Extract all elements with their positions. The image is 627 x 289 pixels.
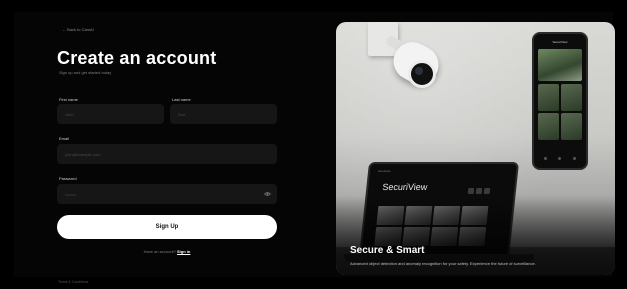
hero-description: Advanced object detection and anomaly re… [350,261,536,266]
phone-feed-grid [538,84,582,140]
phone-feed-tile [561,84,582,111]
camera-lens-inner [415,67,423,75]
phone-feed-tile [538,113,559,140]
laptop-app-header: SecuriView [377,170,391,173]
camera-lens [408,60,436,88]
sign-up-label: Sign Up [155,224,179,230]
signup-page: ← Back to CamAI Create an account Sign u… [14,12,615,284]
phone-nav-bar [538,154,582,162]
first-name-field[interactable]: John [57,104,164,124]
control-icon [467,188,475,194]
first-name-placeholder: John [65,111,74,117]
eye-icon[interactable] [264,191,271,197]
page-subtitle: Sign up and get started today [59,70,112,75]
nav-dot-icon [543,156,547,160]
last-name-placeholder: Doe [178,111,186,117]
last-name-label: Last name [172,97,191,102]
back-link[interactable]: ← Back to CamAI [62,27,94,32]
last-name-field[interactable]: Doe [170,104,277,124]
hero-panel: SecuriView SecuriView SecuriView Secure … [336,22,615,275]
password-label: Password [59,176,77,181]
phone-mockup: SecuriView [532,32,588,170]
email-label: Email [59,136,70,141]
have-account-text: Have an account? [143,249,176,254]
hero-heading: Secure & Smart [350,245,425,256]
page-title: Create an account [57,48,217,68]
phone-feed-tile [538,84,559,111]
sign-in-link[interactable]: Sign in [177,249,190,254]
sign-up-button[interactable]: Sign Up [57,215,277,239]
control-icon [483,188,491,194]
terms-link[interactable]: Terms & Conditions [58,280,88,284]
phone-feed-tile [561,113,582,140]
password-placeholder: •••••••• [65,191,77,197]
nav-dot-icon [558,156,562,160]
have-account-line: Have an account? Sign in [57,249,277,254]
signup-panel: ← Back to CamAI Create an account Sign u… [14,12,334,284]
control-icon [475,188,483,194]
phone-main-feed [538,49,582,81]
phone-app-title: SecuriView [552,40,568,44]
back-link-label[interactable]: ← Back to CamAI [62,27,94,32]
laptop-app-title: SecuriView [381,182,428,192]
nav-dot-icon [573,156,577,160]
email-placeholder: john@example.com [65,151,101,157]
first-name-label: First name [59,97,78,102]
email-field[interactable]: john@example.com [57,144,277,164]
password-field[interactable]: •••••••• [57,184,277,204]
